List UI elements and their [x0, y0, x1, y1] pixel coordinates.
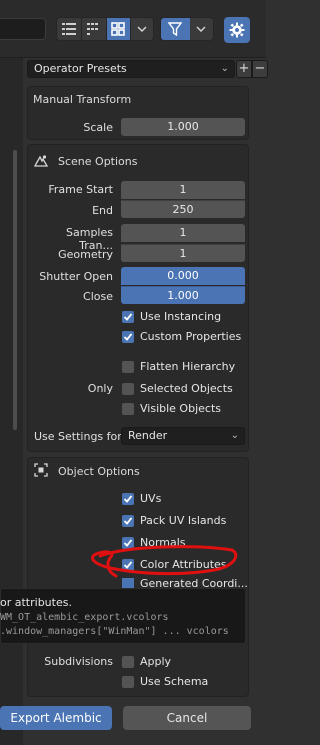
- checkbox-unchecked[interactable]: [122, 655, 134, 668]
- close-label: Close: [83, 290, 113, 303]
- object-icon: [34, 463, 48, 477]
- use-instancing-label: Use Instancing: [140, 310, 222, 323]
- geometry-field[interactable]: 1: [121, 244, 245, 262]
- color-attributes-label: Color Attributes: [140, 558, 227, 571]
- selected-objects-label: Selected Objects: [140, 382, 233, 395]
- pack-uv-row[interactable]: Pack UV Islands: [122, 514, 226, 527]
- use-schema-label: Use Schema: [140, 675, 209, 688]
- custom-properties-label: Custom Properties: [140, 330, 242, 343]
- checkbox-unchecked[interactable]: [122, 382, 134, 395]
- samples-field[interactable]: 1: [121, 224, 245, 242]
- tooltip-description: or attributes.: [0, 596, 72, 609]
- uvs-row[interactable]: UVs: [122, 492, 161, 505]
- close-field[interactable]: 1.000: [121, 286, 245, 304]
- scale-field[interactable]: 1.000: [121, 118, 245, 136]
- tooltip-python-path: .window_managers["WinMan"] ... vcolors: [0, 626, 229, 637]
- selected-objects-row[interactable]: Selected Objects: [122, 382, 233, 395]
- use-settings-value: Render: [128, 429, 168, 442]
- use-settings-label: Use Settings for: [34, 430, 122, 443]
- manual-transform-title: Manual Transform: [33, 93, 132, 106]
- custom-properties-row[interactable]: Custom Properties: [122, 330, 241, 343]
- checkbox-checked[interactable]: [122, 536, 134, 549]
- gear-icon[interactable]: [224, 17, 250, 43]
- shutter-open-field[interactable]: 0.000: [121, 267, 245, 285]
- checkbox-checked[interactable]: [122, 558, 134, 571]
- end-label: End: [92, 204, 113, 217]
- object-options-title: Object Options: [58, 465, 140, 478]
- cancel-button[interactable]: Cancel: [123, 706, 251, 730]
- chevron-down-icon: ⌄: [220, 63, 229, 74]
- visible-objects-label: Visible Objects: [140, 402, 221, 415]
- remove-preset-button[interactable]: −: [252, 60, 268, 78]
- flatten-hierarchy-row[interactable]: Flatten Hierarchy: [122, 360, 235, 373]
- tooltip-python-op: WM_OT_alembic_export.vcolors: [0, 612, 169, 623]
- scene-options-title: Scene Options: [58, 155, 138, 168]
- flatten-hierarchy-label: Flatten Hierarchy: [140, 360, 236, 373]
- apply-label: Apply: [140, 655, 172, 668]
- checkbox-checked[interactable]: [122, 514, 134, 527]
- checkbox-checked[interactable]: [122, 492, 134, 505]
- visible-objects-row[interactable]: Visible Objects: [122, 402, 221, 415]
- normals-row[interactable]: Normals: [122, 536, 186, 549]
- generated-coords-label: Generated Coordi...: [140, 578, 248, 588]
- checkbox-unchecked[interactable]: [122, 360, 134, 373]
- use-schema-row[interactable]: Use Schema: [122, 675, 208, 688]
- normals-label: Normals: [140, 536, 186, 549]
- operator-presets-label: Operator Presets: [34, 62, 127, 75]
- end-field[interactable]: 250: [121, 200, 245, 218]
- thumbnails-icon[interactable]: [106, 18, 132, 40]
- use-instancing-row[interactable]: Use Instancing: [122, 310, 221, 323]
- only-label: Only: [87, 382, 113, 395]
- color-attributes-row[interactable]: Color Attributes: [122, 558, 227, 571]
- subdivisions-label: Subdivisions: [44, 655, 113, 668]
- list-horizontal-icon[interactable]: [82, 18, 107, 40]
- checkbox-checked[interactable]: [122, 330, 134, 343]
- uvs-label: UVs: [140, 492, 162, 505]
- filter-icon[interactable]: [161, 18, 190, 40]
- export-alembic-button[interactable]: Export Alembic: [0, 706, 112, 730]
- scene-icon: [33, 153, 49, 169]
- checkbox-checked[interactable]: [122, 310, 134, 323]
- chevron-down-icon[interactable]: [131, 18, 153, 40]
- geometry-label: Geometry: [58, 248, 113, 261]
- scale-label: Scale: [83, 121, 113, 134]
- display-mode-group: [56, 17, 154, 41]
- pack-uv-label: Pack UV Islands: [140, 514, 227, 527]
- checkbox-checked[interactable]: [122, 578, 134, 588]
- operator-presets-select[interactable]: Operator Presets ⌄: [27, 60, 235, 78]
- generated-coords-row[interactable]: Generated Coordi...: [122, 578, 248, 588]
- chevron-down-icon: ⌄: [230, 430, 239, 441]
- filter-group: [160, 17, 214, 41]
- list-vertical-icon[interactable]: [57, 18, 82, 40]
- shutter-open-label: Shutter Open: [39, 270, 113, 283]
- apply-row[interactable]: Apply: [122, 655, 171, 668]
- chevron-down-icon[interactable]: [190, 18, 213, 40]
- frame-start-label: Frame Start: [48, 183, 113, 196]
- use-settings-select[interactable]: Render ⌄: [121, 427, 245, 445]
- frame-start-field[interactable]: 1: [121, 181, 245, 199]
- path-field[interactable]: [0, 18, 46, 40]
- checkbox-unchecked[interactable]: [122, 675, 134, 688]
- scrollbar[interactable]: [13, 150, 17, 430]
- checkbox-unchecked[interactable]: [122, 402, 134, 415]
- add-preset-button[interactable]: +: [236, 60, 252, 78]
